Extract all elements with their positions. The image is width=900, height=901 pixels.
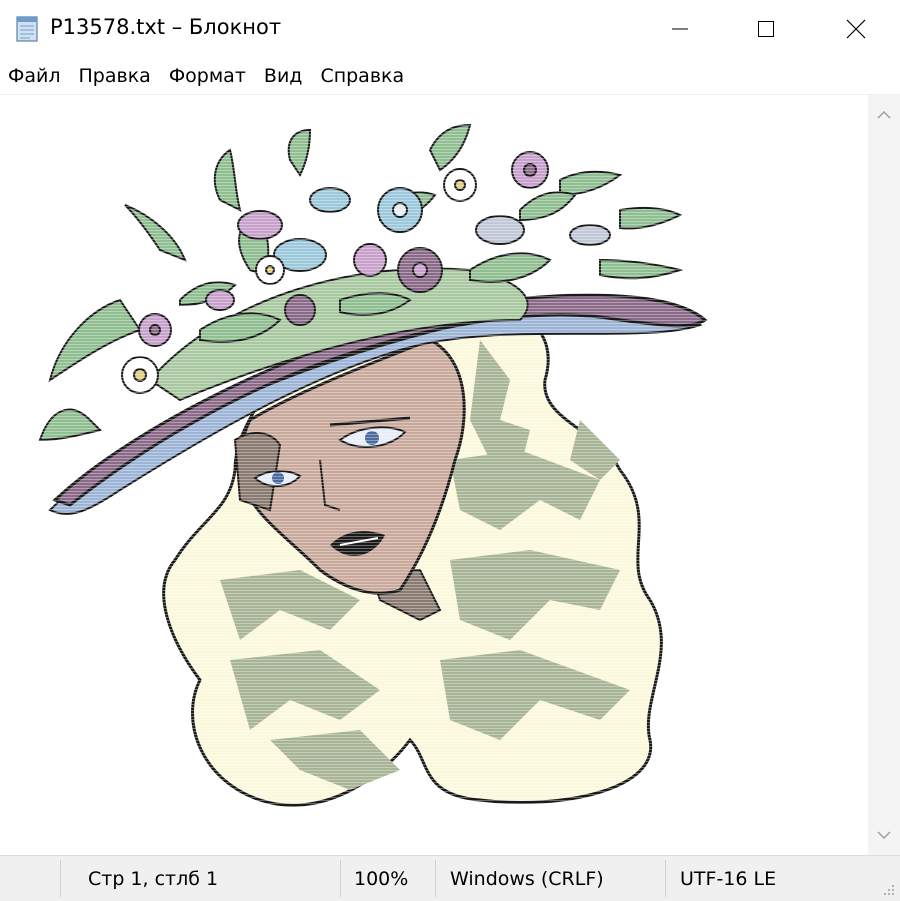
- close-icon: [846, 19, 866, 39]
- scroll-down-icon[interactable]: [876, 827, 892, 843]
- text-editor-area[interactable]: [0, 95, 868, 855]
- status-separator: [435, 860, 436, 897]
- woman-with-flower-hat-illustration: [0, 95, 868, 855]
- scanline-overlay: [0, 95, 868, 855]
- minimize-icon: [672, 28, 688, 30]
- menu-help[interactable]: Справка: [311, 65, 413, 87]
- zoom-level: 100%: [354, 867, 409, 890]
- status-bar: Стр 1, стлб 1 100% Windows (CRLF) UTF-16…: [0, 855, 900, 901]
- vertical-scrollbar[interactable]: [868, 95, 900, 855]
- status-separator: [60, 860, 61, 897]
- resize-grip-icon[interactable]: [882, 883, 896, 897]
- menu-file[interactable]: Файл: [0, 65, 70, 87]
- close-button[interactable]: [810, 0, 900, 58]
- cursor-position: Стр 1, стлб 1: [88, 867, 219, 890]
- encoding: UTF-16 LE: [680, 867, 777, 890]
- window-title: P13578.txt – Блокнот: [50, 15, 282, 39]
- notepad-window: P13578.txt – Блокнот Файл Правка Формат …: [0, 0, 900, 901]
- menu-format[interactable]: Формат: [160, 65, 255, 87]
- menu-edit[interactable]: Правка: [70, 65, 160, 87]
- minimize-button[interactable]: [634, 0, 726, 58]
- maximize-icon: [758, 21, 774, 37]
- line-ending: Windows (CRLF): [450, 867, 604, 890]
- menu-view[interactable]: Вид: [255, 65, 312, 87]
- maximize-button[interactable]: [720, 0, 812, 58]
- scroll-up-icon[interactable]: [876, 107, 892, 123]
- status-separator: [340, 860, 341, 897]
- status-separator: [665, 860, 666, 897]
- notepad-app-icon: [16, 16, 38, 42]
- title-bar[interactable]: P13578.txt – Блокнот: [0, 0, 900, 58]
- menu-bar: Файл Правка Формат Вид Справка: [0, 58, 900, 95]
